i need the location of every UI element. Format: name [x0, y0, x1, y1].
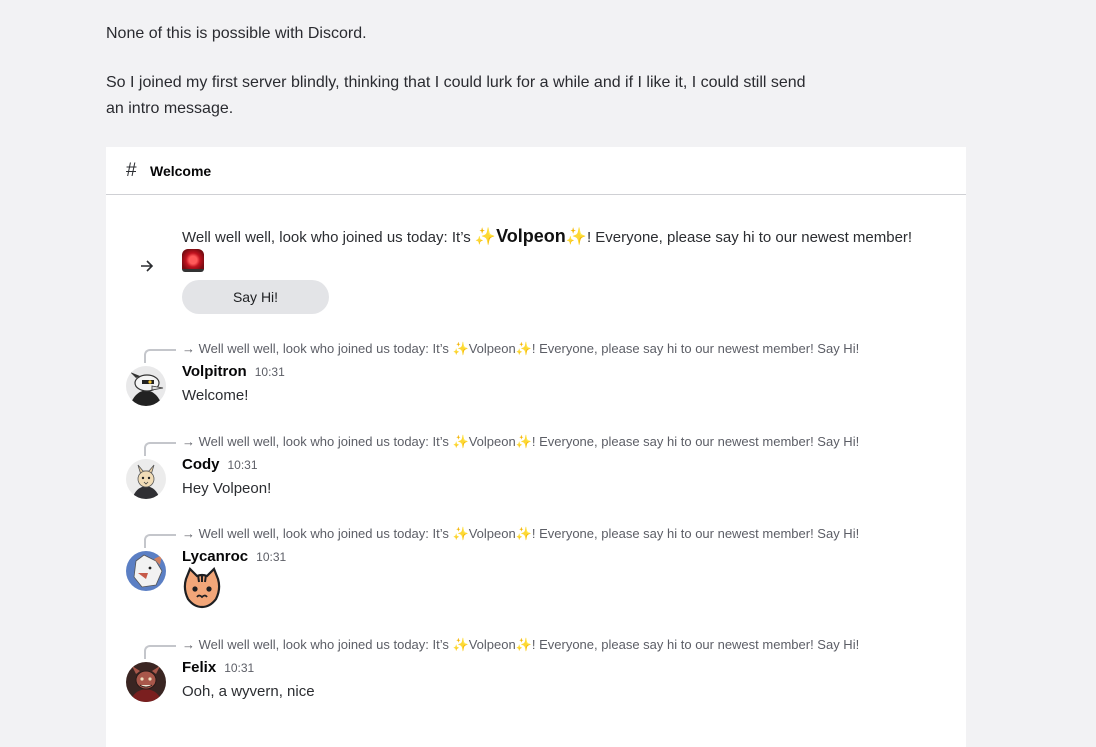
reply-preview-pre: Well well well, look who joined us today…: [198, 434, 449, 449]
message-author[interactable]: Felix: [182, 659, 216, 676]
sparkles-icon: ✨: [515, 434, 532, 449]
reply-arrow-icon: →: [182, 637, 195, 652]
reply-preview[interactable]: → Well well well, look who joined us tod…: [182, 525, 962, 543]
message-author[interactable]: Cody: [182, 456, 220, 473]
chat-message: → Well well well, look who joined us tod…: [106, 340, 966, 420]
reply-preview-name: Volpeon: [468, 637, 516, 652]
reply-connector: [144, 534, 176, 548]
reply-arrow-icon: →: [182, 526, 195, 541]
reply-preview-pre: Well well well, look who joined us today…: [198, 341, 449, 356]
sparkles-icon: ✨: [515, 526, 532, 541]
reply-preview[interactable]: → Well well well, look who joined us tod…: [182, 340, 962, 358]
chat-message: → Well well well, look who joined us tod…: [106, 525, 966, 615]
avatar[interactable]: [126, 366, 166, 406]
reply-connector: [144, 645, 176, 659]
system-message-post: ! Everyone, please say hi to our newest …: [586, 229, 913, 246]
message-content: Ooh, a wyvern, nice: [182, 683, 315, 700]
system-message-pre: Well well well, look who joined us today…: [182, 229, 471, 246]
reply-preview-pre: Well well well, look who joined us today…: [198, 526, 449, 541]
channel-header: # Welcome: [106, 147, 966, 195]
sparkles-icon: ✨: [565, 227, 587, 246]
message-author[interactable]: Volpitron: [182, 363, 247, 380]
sparkles-icon: ✨: [474, 227, 497, 246]
hash-icon: #: [126, 159, 137, 181]
reply-arrow-icon: →: [182, 434, 195, 449]
intro-paragraph-1: None of this is possible with Discord.: [106, 25, 367, 42]
reply-preview[interactable]: → Well well well, look who joined us tod…: [182, 433, 962, 451]
reply-preview[interactable]: → Well well well, look who joined us tod…: [182, 636, 962, 654]
new-member-name: Volpeon: [496, 226, 566, 246]
message-content: Hey Volpeon!: [182, 480, 272, 497]
reply-arrow-icon: →: [182, 341, 195, 356]
chat-message: → Well well well, look who joined us tod…: [106, 636, 966, 716]
message-author[interactable]: Lycanroc: [182, 548, 248, 565]
sparkles-icon: ✨: [515, 341, 532, 356]
reply-preview-post: ! Everyone, please say hi to our newest …: [531, 341, 860, 356]
reply-connector: [144, 442, 176, 456]
sparkles-icon: ✨: [452, 637, 469, 652]
say-hi-button[interactable]: Say Hi!: [182, 280, 329, 314]
channel-name: Welcome: [150, 162, 212, 179]
message-timestamp: 10:31: [227, 458, 258, 472]
reply-preview-name: Volpeon: [468, 434, 516, 449]
reply-preview-post: ! Everyone, please say hi to our newest …: [531, 526, 860, 541]
rotating-light-icon: [182, 249, 204, 272]
sparkles-icon: ✨: [452, 341, 469, 356]
message-timestamp: 10:31: [224, 661, 255, 675]
reply-connector: [144, 349, 176, 363]
reply-preview-post: ! Everyone, please say hi to our newest …: [531, 434, 860, 449]
avatar[interactable]: [126, 551, 166, 591]
chat-panel: # Welcome Well well well, look who joine…: [106, 147, 966, 747]
avatar[interactable]: [126, 459, 166, 499]
cat-emoji-icon: [182, 567, 222, 614]
reply-preview-name: Volpeon: [468, 526, 516, 541]
reply-preview-pre: Well well well, look who joined us today…: [198, 637, 449, 652]
message-content: Welcome!: [182, 387, 249, 404]
reply-preview-post: ! Everyone, please say hi to our newest …: [531, 637, 860, 652]
chat-message: → Well well well, look who joined us tod…: [106, 433, 966, 513]
message-timestamp: 10:31: [256, 550, 287, 564]
message-timestamp: 10:31: [254, 365, 285, 379]
sparkles-icon: ✨: [452, 526, 469, 541]
reply-preview-name: Volpeon: [468, 341, 516, 356]
intro-paragraph-2: So I joined my first server blindly, thi…: [106, 74, 806, 117]
sparkles-icon: ✨: [452, 434, 469, 449]
avatar[interactable]: [126, 662, 166, 702]
arrow-right-icon: [140, 259, 154, 278]
system-message-text: Well well well, look who joined us today…: [182, 225, 922, 275]
sparkles-icon: ✨: [515, 637, 532, 652]
